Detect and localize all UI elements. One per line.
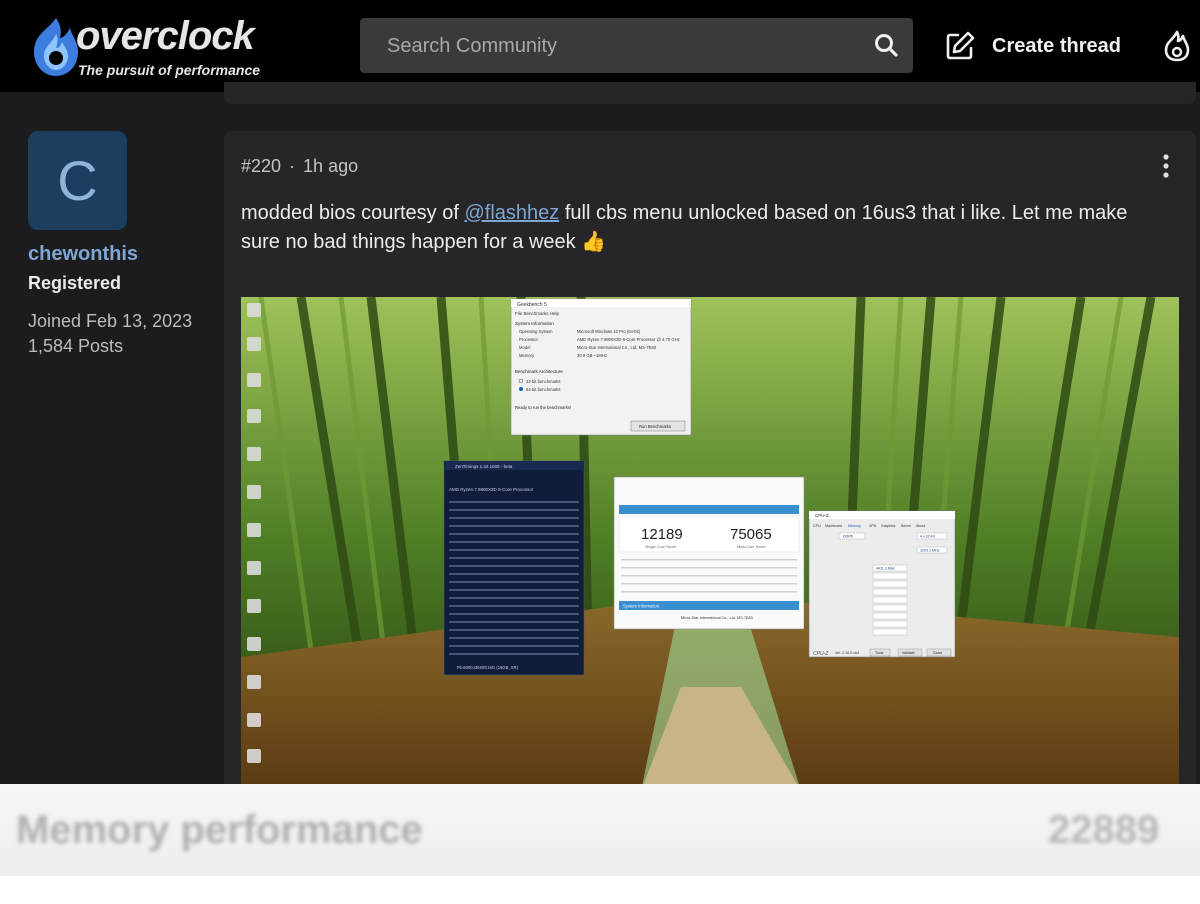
- run-benchmarks-button: Run Benchmarks: [639, 424, 671, 429]
- create-thread-label: Create thread: [992, 34, 1121, 57]
- join-date: Joined Feb 13, 2023: [28, 311, 193, 331]
- post-attachment-image[interactable]: Geekbench 5 File Benchmarks Help System …: [241, 297, 1179, 791]
- blurred-benchmark-value: 22889: [1048, 808, 1160, 852]
- search-icon[interactable]: [873, 32, 899, 58]
- cpuz-dram: 4411.3 MHz: [876, 567, 895, 571]
- edit-icon: [946, 31, 975, 60]
- processor-label: Processor: [519, 337, 538, 342]
- zentimings-cpu: AMD Ryzen 7 9800X3D 8-Core Processor: [449, 487, 534, 492]
- geekbench-title: Geekbench 5: [517, 302, 547, 308]
- user-role: Registered: [28, 273, 122, 293]
- search-box[interactable]: Search Community: [360, 18, 913, 73]
- post-card: #220 · 1h ago modded bios courtesy of @f…: [224, 131, 1196, 791]
- cpuz-channels: 4 x 32-bit: [920, 535, 935, 539]
- single-core-score: 12189: [641, 526, 683, 543]
- svg-text:CPU-Z: CPU-Z: [813, 651, 829, 657]
- meta-separator: ·: [289, 156, 296, 176]
- ready-text: Ready to run the benchmarks!: [515, 405, 571, 410]
- system-info-bar: System Information: [623, 604, 660, 609]
- post-time[interactable]: 1h ago: [303, 156, 358, 177]
- geekbench-results-window: 12189 Single-Core Score 75065 Multi-Core…: [613, 476, 805, 630]
- processor-value: AMD Ryzen 7 9800X3D 8-Core Processor @ 4…: [577, 337, 680, 342]
- cpuz-tab-about: About: [916, 524, 925, 528]
- user-mention-link[interactable]: @flashhez: [464, 202, 559, 224]
- top-navigation-bar: overclock The pursuit of performance Sea…: [0, 0, 1200, 92]
- sysinfo-heading: System Information: [515, 321, 554, 326]
- arch-32: 32-bit benchmarks: [526, 379, 560, 384]
- board-text: Micro-Star International Co., Ltd. MS-7E…: [681, 616, 753, 620]
- cpuz-validate-button: Validate: [902, 651, 915, 655]
- multi-core-label: Multi-Core Score: [737, 545, 765, 549]
- post-count: 1,584 Posts: [28, 336, 124, 356]
- avatar[interactable]: C: [28, 131, 127, 230]
- geekbench-window: Geekbench 5 File Benchmarks Help System …: [510, 298, 692, 436]
- geekbench-menu: File Benchmarks Help: [515, 311, 560, 316]
- arch-64: 64-bit benchmarks: [526, 387, 560, 392]
- username-link[interactable]: chewonthis: [28, 243, 138, 266]
- memory-value: 30.9 GB ~1MHz: [577, 353, 607, 358]
- zentimings-footer: F5-6000J3040G16G (16GB, SR): [457, 665, 519, 670]
- logo-wordmark: overclock: [76, 14, 255, 58]
- cpuz-tab-cpu: CPU: [813, 524, 821, 528]
- memory-label: Memory: [519, 353, 535, 358]
- blurred-benchmark-label: Memory performance: [16, 808, 423, 852]
- avatar-letter: C: [57, 149, 98, 212]
- logo-tagline: The pursuit of performance: [78, 62, 261, 78]
- overlay-bottom-strip: [0, 876, 1200, 904]
- cpuz-tab-bench: Bench: [901, 524, 911, 528]
- post-body: modded bios courtesy of @flashhez full c…: [241, 199, 1161, 257]
- more-options-icon[interactable]: [1158, 153, 1174, 179]
- model-label: Model: [519, 345, 530, 350]
- cpuz-title: CPU-Z: [815, 513, 829, 518]
- os-value: Microsoft Windows 10 Pro (64-bit): [577, 329, 641, 334]
- cpuz-tab-graphics: Graphics: [881, 524, 896, 528]
- cpuz-window: CPU-Z CPU Mainboard Memory SPD Graphics …: [808, 510, 956, 658]
- multi-core-score: 75065: [730, 526, 772, 543]
- os-label: Operating System: [519, 329, 553, 334]
- cpuz-tab-spd: SPD: [869, 524, 877, 528]
- cpuz-type: DDR5: [843, 535, 853, 539]
- zentimings-window: ZenTimings 1.32.1606 - beta AMD Ryzen 7 …: [443, 460, 585, 676]
- site-logo[interactable]: overclock The pursuit of performance: [26, 14, 276, 84]
- post-text-start: modded bios courtesy of: [241, 202, 465, 224]
- cpuz-tab-mainboard: Mainboard: [825, 524, 842, 528]
- cpuz-tools-button: Tools: [875, 651, 884, 655]
- cpuz-freq: 3203.1 MHz: [920, 549, 940, 553]
- previous-post-card: [224, 82, 1196, 104]
- model-value: Micro-Star International Co., Ltd. MS-7E…: [577, 345, 657, 350]
- trending-flame-icon[interactable]: [1162, 30, 1192, 62]
- zentimings-title: ZenTimings 1.32.1606 - beta: [455, 464, 513, 469]
- post-number-link[interactable]: #220: [241, 156, 281, 177]
- single-core-label: Single-Core Score: [645, 545, 676, 549]
- arch-heading: Benchmark Architecture: [515, 369, 563, 374]
- cpuz-close-button: Close: [933, 651, 942, 655]
- cpuz-version: Ver. 2.16.0.x64: [835, 651, 859, 655]
- desktop-screenshot-image: Geekbench 5 File Benchmarks Help System …: [241, 297, 1179, 791]
- search-input[interactable]: Search Community: [387, 35, 557, 58]
- create-thread-button[interactable]: Create thread: [944, 30, 1121, 62]
- post-meta: #220 · 1h ago: [241, 156, 358, 177]
- cpuz-tab-memory: Memory: [848, 524, 861, 528]
